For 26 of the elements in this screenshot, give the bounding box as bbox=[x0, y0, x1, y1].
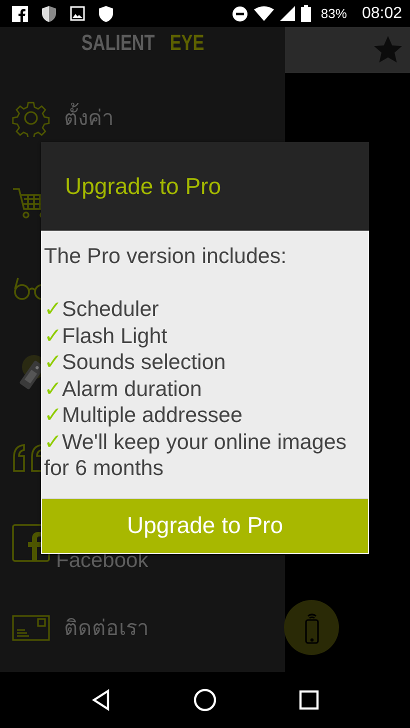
wifi-icon bbox=[254, 6, 274, 21]
recents-icon[interactable] bbox=[299, 690, 319, 710]
home-icon[interactable] bbox=[193, 688, 217, 712]
clock: 08:02 bbox=[362, 4, 402, 22]
card-icon bbox=[12, 614, 50, 640]
feature-item: ✓Flash Light bbox=[44, 322, 168, 349]
intro-text: The Pro version includes: bbox=[44, 243, 288, 270]
upgrade-button[interactable]: Upgrade to Pro bbox=[42, 498, 368, 552]
signal-icon bbox=[280, 6, 295, 21]
do-not-disturb-icon bbox=[232, 6, 248, 22]
dialog-title: Upgrade to Pro bbox=[65, 172, 221, 200]
menu-item-label[interactable]: ติดต่อเรา bbox=[64, 611, 149, 644]
feature-item: ✓Scheduler bbox=[44, 296, 160, 322]
feature-item: ✓Alarm duration bbox=[44, 376, 203, 402]
facebook-icon bbox=[12, 6, 28, 22]
battery-percent: 83% bbox=[320, 6, 347, 21]
image-icon bbox=[70, 6, 85, 21]
feature-item: ✓We'll keep your online images for 6 months bbox=[44, 428, 348, 482]
feature-item: ✓Sounds selection bbox=[44, 349, 227, 376]
battery-icon bbox=[300, 5, 311, 22]
shield-icon bbox=[98, 4, 114, 22]
menu-item-label[interactable]: ตั้งค่า bbox=[64, 101, 114, 134]
feature-item: ✓Multiple addressee bbox=[44, 402, 244, 428]
shield-icon bbox=[41, 4, 57, 22]
app-logo: SALIENT EYE bbox=[80, 30, 206, 56]
back-icon[interactable] bbox=[91, 689, 111, 711]
